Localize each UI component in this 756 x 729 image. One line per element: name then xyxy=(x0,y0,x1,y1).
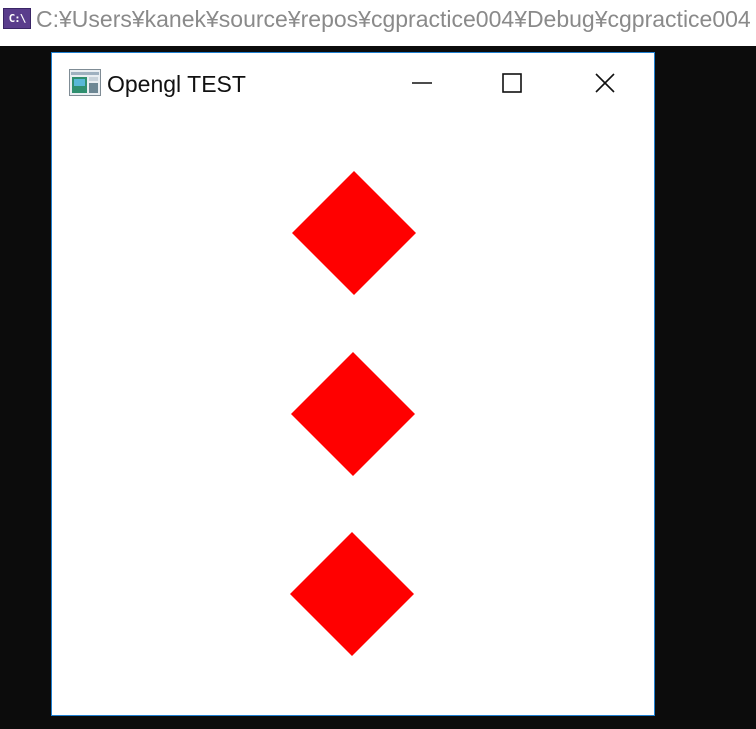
red-diamond-top xyxy=(292,171,416,295)
maximize-button[interactable] xyxy=(467,55,557,111)
minimize-button[interactable] xyxy=(377,55,467,111)
close-button[interactable] xyxy=(560,55,650,111)
app-window-icon xyxy=(69,69,101,96)
console-window-title: C:¥Users¥kanek¥source¥repos¥cgpractice00… xyxy=(36,6,751,32)
close-icon xyxy=(595,73,615,93)
opengl-canvas xyxy=(290,171,416,656)
console-app-icon: C:\ xyxy=(3,8,31,29)
window-title: Opengl TEST xyxy=(107,71,246,97)
opengl-title-bar[interactable]: Opengl TEST xyxy=(52,53,654,113)
minimize-icon xyxy=(412,82,432,84)
console-title-bar[interactable]: C:\ C:¥Users¥kanek¥source¥repos¥cgpracti… xyxy=(0,0,756,46)
maximize-icon xyxy=(502,73,522,93)
red-diamond-bottom xyxy=(290,532,414,656)
red-diamond-middle xyxy=(291,352,415,476)
opengl-window[interactable]: Opengl TEST xyxy=(51,52,655,716)
